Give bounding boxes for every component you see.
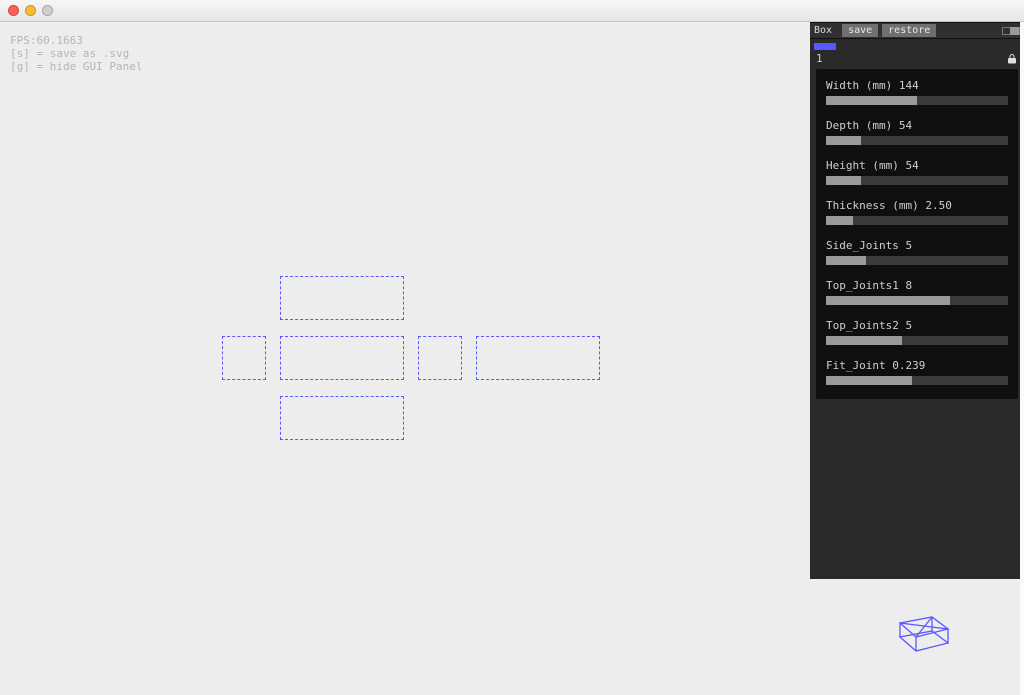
param-row: Width (mm) 144: [826, 79, 1008, 105]
param-slider[interactable]: [826, 376, 1008, 385]
slider-fill: [826, 256, 866, 265]
slider-fill: [826, 216, 853, 225]
restore-button[interactable]: restore: [882, 24, 936, 37]
slider-fill: [826, 176, 861, 185]
piece-top: [280, 276, 404, 320]
param-row: Thickness (mm) 2.50: [826, 199, 1008, 225]
param-label: Top_Joints2 5: [826, 319, 1008, 332]
save-button[interactable]: save: [842, 24, 878, 37]
param-label: Side_Joints 5: [826, 239, 1008, 252]
side-column: Box save restore 1 Width (mm) 144 Depth (…: [810, 22, 1024, 695]
param-label: Depth (mm) 54: [826, 119, 1008, 132]
canvas-stage[interactable]: FPS:60.1663 [s] = save as .svg [g] = hid…: [0, 22, 810, 695]
panel-toggle[interactable]: [1002, 27, 1020, 35]
param-slider[interactable]: [826, 96, 1008, 105]
piece-right: [418, 336, 462, 380]
param-slider[interactable]: [826, 336, 1008, 345]
piece-front: [280, 336, 404, 380]
param-slider[interactable]: [826, 216, 1008, 225]
param-slider[interactable]: [826, 296, 1008, 305]
slider-fill: [826, 96, 917, 105]
param-row: Height (mm) 54: [826, 159, 1008, 185]
fps-label: FPS:: [10, 34, 37, 47]
param-block: Width (mm) 144 Depth (mm) 54 Height (mm) 5…: [816, 69, 1018, 399]
param-slider[interactable]: [826, 256, 1008, 265]
param-label: Width (mm) 144: [826, 79, 1008, 92]
param-row: Side_Joints 5: [826, 239, 1008, 265]
param-slider[interactable]: [826, 176, 1008, 185]
hint-gui: [g] = hide GUI Panel: [10, 60, 142, 73]
scroll-strip: [1020, 22, 1024, 695]
panel-spacer: [810, 399, 1024, 579]
param-label: Fit_Joint 0.239: [826, 359, 1008, 372]
slider-fill: [826, 376, 912, 385]
param-slider[interactable]: [826, 136, 1008, 145]
gui-panel: Box save restore 1 Width (mm) 144 Depth (…: [810, 22, 1024, 579]
param-row: Top_Joints2 5: [826, 319, 1008, 345]
slider-fill: [826, 296, 950, 305]
accent-bar: [814, 43, 836, 50]
hud-text: FPS:60.1663 [s] = save as .svg [g] = hid…: [10, 34, 142, 73]
piece-left: [222, 336, 266, 380]
panel-title: Box: [814, 25, 838, 36]
param-row: Top_Joints1 8: [826, 279, 1008, 305]
param-label: Top_Joints1 8: [826, 279, 1008, 292]
param-label: Height (mm) 54: [826, 159, 1008, 172]
preview-3d: [894, 605, 954, 655]
gui-header: Box save restore: [810, 23, 1024, 39]
piece-bottom: [280, 396, 404, 440]
window-titlebar: [0, 0, 1024, 22]
traffic-light-close[interactable]: [8, 5, 19, 16]
section-id: 1: [816, 52, 823, 65]
fps-value: 60.1663: [37, 34, 83, 47]
traffic-light-zoom[interactable]: [42, 5, 53, 16]
slider-fill: [826, 336, 902, 345]
param-row: Depth (mm) 54: [826, 119, 1008, 145]
traffic-light-minimize[interactable]: [25, 5, 36, 16]
piece-back: [476, 336, 600, 380]
section-header[interactable]: 1: [810, 50, 1024, 69]
param-row: Fit_Joint 0.239: [826, 359, 1008, 385]
param-label: Thickness (mm) 2.50: [826, 199, 1008, 212]
hint-save: [s] = save as .svg: [10, 47, 129, 60]
lock-icon[interactable]: [1006, 53, 1018, 65]
slider-fill: [826, 136, 861, 145]
